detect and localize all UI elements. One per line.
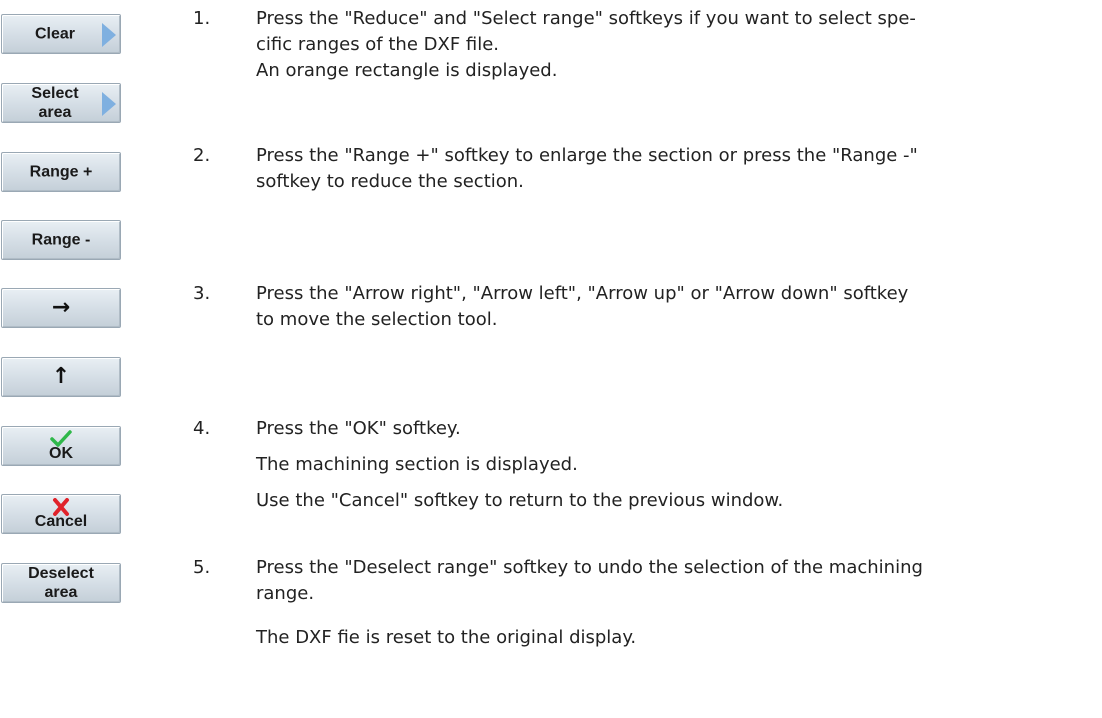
select-area-softkey[interactable]: Select area	[1, 83, 121, 123]
ok-softkey[interactable]: OK	[1, 426, 121, 466]
step-result: An orange rectangle is displayed.	[256, 60, 558, 81]
step-text: Press the "Reduce" and "Select range" so…	[256, 8, 916, 55]
step-text: Press the "Deselect range" softkey to un…	[256, 557, 923, 604]
select-area-softkey-label: Select area	[31, 85, 79, 121]
range-plus-softkey-label: Range +	[29, 163, 93, 181]
step-number: 2.	[193, 145, 211, 166]
step-number: 3.	[193, 283, 211, 304]
step-text: Press the "Range +" softkey to enlarge t…	[256, 145, 918, 192]
cancel-softkey-label: Cancel	[34, 513, 88, 530]
chevron-right-icon	[102, 23, 116, 47]
arrow-right-softkey[interactable]: →	[1, 288, 121, 328]
clear-softkey[interactable]: Clear	[1, 14, 121, 54]
chevron-right-icon	[102, 92, 116, 116]
step-number: 1.	[193, 8, 211, 29]
step-result: The machining section is displayed.	[256, 454, 578, 475]
step-text: Press the "OK" softkey.	[256, 418, 461, 439]
step-note: Use the "Cancel" softkey to return to th…	[256, 490, 784, 511]
step-number: 4.	[193, 418, 211, 439]
arrow-up-softkey[interactable]: ↑	[1, 357, 121, 397]
deselect-area-softkey[interactable]: Deselect area	[1, 563, 121, 603]
arrow-up-icon: ↑	[51, 364, 71, 389]
step-number: 5.	[193, 557, 211, 578]
step-result: The DXF fie is reset to the original dis…	[256, 627, 637, 648]
cancel-softkey[interactable]: Cancel	[1, 494, 121, 534]
range-minus-softkey-label: Range -	[31, 231, 91, 249]
step-text: Press the "Arrow right", "Arrow left", "…	[256, 283, 909, 330]
range-plus-softkey[interactable]: Range +	[1, 152, 121, 192]
ok-softkey-label: OK	[49, 445, 73, 462]
deselect-area-softkey-label: Deselect area	[28, 565, 94, 601]
clear-softkey-label: Clear	[34, 25, 76, 43]
range-minus-softkey[interactable]: Range -	[1, 220, 121, 260]
arrow-right-icon: →	[51, 295, 71, 320]
